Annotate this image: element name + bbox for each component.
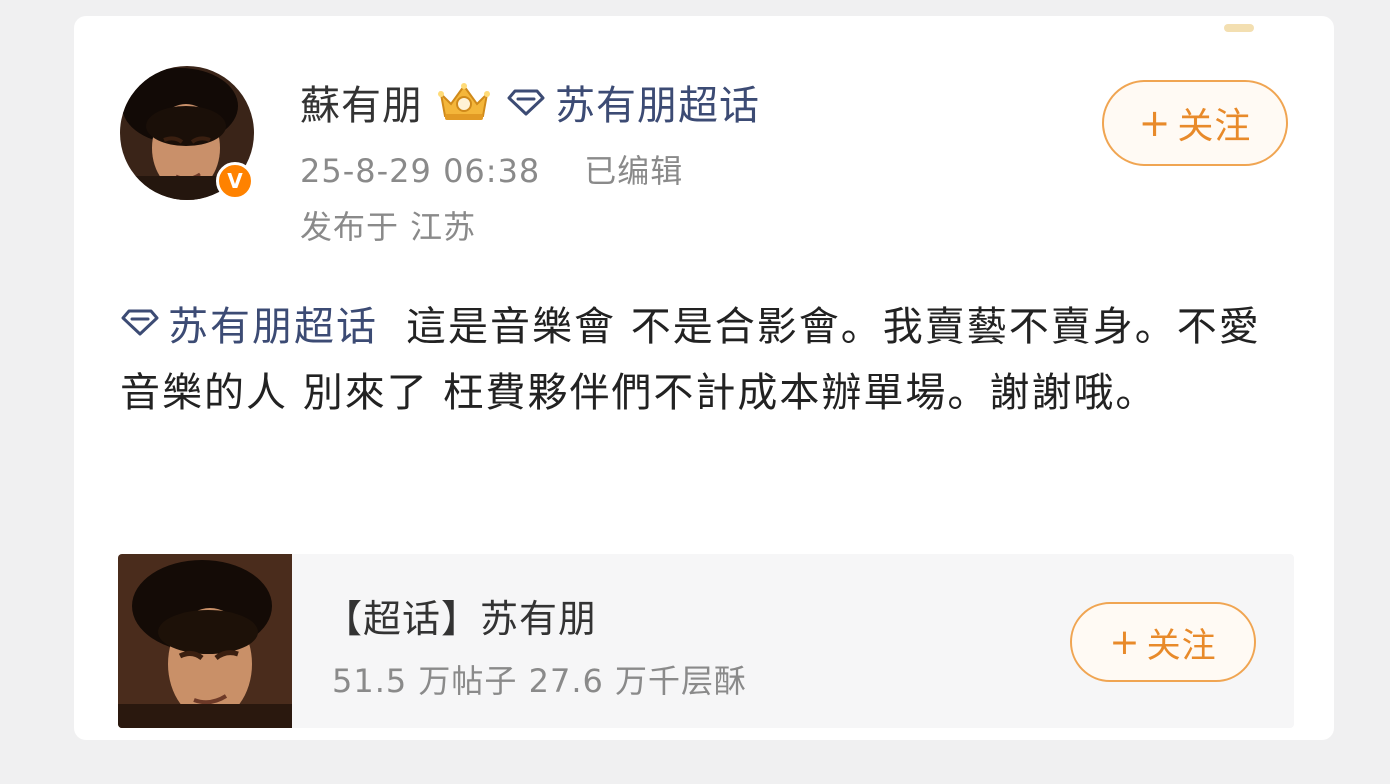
supertopic-follow-label: 关注 — [1146, 625, 1217, 666]
post-meta: 25-8-29 06:38 已编辑 — [300, 146, 683, 192]
post-header: 蘇有朋 苏有朋超话 — [300, 74, 760, 130]
post-location: 发布于 江苏 — [300, 208, 477, 246]
follow-button[interactable]: + 关注 — [1102, 80, 1288, 166]
username[interactable]: 蘇有朋 — [300, 73, 423, 131]
post-content: 苏有朋超话 這是音樂會 不是合影會。我賣藝不賣身。不愛音樂的人 別來了 枉費夥伴們… — [120, 294, 1300, 426]
supertopic-thumbnail — [118, 554, 292, 728]
supertopic-follow-button[interactable]: + 关注 — [1070, 602, 1256, 682]
decoration-mark — [1224, 24, 1254, 32]
verified-v-icon: V — [216, 162, 254, 200]
post-timestamp: 25-8-29 06:38 — [300, 152, 541, 190]
crown-badge-icon — [438, 83, 490, 120]
topic-link[interactable]: 苏有朋超话 — [555, 73, 760, 131]
content-topic-link[interactable]: 苏有朋超话 — [120, 304, 378, 350]
supertopic-card[interactable]: 【超话】苏有朋 51.5 万帖子 27.6 万千层酥 + 关注 — [118, 554, 1294, 728]
plus-icon: + — [1109, 621, 1141, 663]
supertopic-stats: 51.5 万帖子 27.6 万千层酥 — [332, 662, 748, 700]
edited-label[interactable]: 已编辑 — [584, 152, 683, 190]
follow-button-label: 关注 — [1177, 106, 1252, 147]
weibo-post-card: V 蘇有朋 苏有朋超话 25-8-29 06:38 已编辑 发布于 江苏 + 关注… — [74, 16, 1334, 740]
diamond-topic-icon — [121, 309, 159, 336]
supertopic-title: 【超话】苏有朋 — [324, 597, 598, 641]
content-topic-label: 苏有朋超话 — [168, 304, 378, 350]
diamond-topic-icon — [507, 89, 545, 116]
plus-icon: + — [1138, 101, 1172, 145]
